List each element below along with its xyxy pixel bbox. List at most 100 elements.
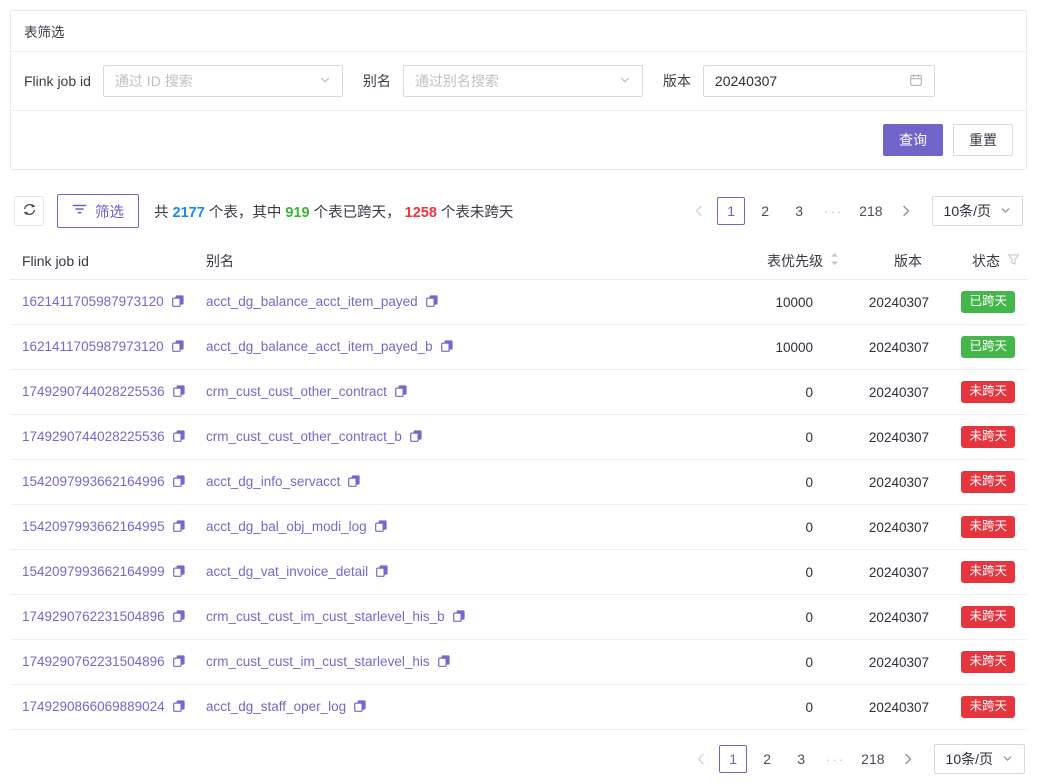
alias-link[interactable]: acct_dg_balance_acct_item_payed xyxy=(206,294,418,309)
pager-page-3[interactable]: 3 xyxy=(787,745,815,773)
job-id-link[interactable]: 1542097993662164999 xyxy=(22,564,165,579)
version-label: 版本 xyxy=(663,71,691,91)
pager-prev-button[interactable] xyxy=(689,745,713,773)
alias-link[interactable]: acct_dg_balance_acct_item_payed_b xyxy=(206,339,433,354)
priority-value: 0 xyxy=(717,565,839,580)
priority-value: 0 xyxy=(717,610,839,625)
job-id-link[interactable]: 1749290866069889024 xyxy=(22,699,165,714)
job-id-link[interactable]: 1749290762231504896 xyxy=(22,654,165,669)
version-value: 20240307 xyxy=(839,430,931,445)
job-id-link[interactable]: 1749290744028225536 xyxy=(22,384,165,399)
version-date-picker[interactable] xyxy=(703,65,935,97)
copy-icon[interactable] xyxy=(172,429,186,446)
pager-page-3[interactable]: 3 xyxy=(785,197,813,225)
pager-ellipsis: ··· xyxy=(819,197,848,225)
alias-placeholder: 通过别名搜索 xyxy=(415,71,499,91)
flink-job-id-select[interactable]: 通过 ID 搜索 xyxy=(103,65,343,97)
alias-link[interactable]: acct_dg_staff_oper_log xyxy=(206,699,346,714)
job-id-link[interactable]: 1621411705987973120 xyxy=(22,294,164,309)
pager-page-218[interactable]: 218 xyxy=(854,197,887,225)
copy-icon[interactable] xyxy=(172,654,186,671)
filter-button-label: 筛选 xyxy=(95,201,124,222)
pager-prev-button[interactable] xyxy=(687,197,711,225)
alias-label: 别名 xyxy=(363,71,391,91)
page-size-select[interactable]: 10条/页 xyxy=(932,196,1023,226)
copy-icon[interactable] xyxy=(437,654,451,671)
job-id-link[interactable]: 1749290744028225536 xyxy=(22,429,165,444)
pager-next-button[interactable] xyxy=(894,197,918,225)
pager-page-2[interactable]: 2 xyxy=(753,745,781,773)
alias-select[interactable]: 通过别名搜索 xyxy=(403,65,643,97)
alias-link[interactable]: crm_cust_cust_im_cust_starlevel_his xyxy=(206,654,430,669)
crossed-count: 919 xyxy=(285,205,309,221)
status-badge: 未跨天 xyxy=(961,696,1015,718)
chevron-down-icon xyxy=(1002,751,1013,767)
table-body: 1621411705987973120 acct_dg_balance_acct… xyxy=(10,280,1027,730)
copy-icon[interactable] xyxy=(172,564,186,581)
job-id-link[interactable]: 1542097993662164995 xyxy=(22,519,165,534)
alias-link[interactable]: crm_cust_cust_im_cust_starlevel_his_b xyxy=(206,609,445,624)
page-size-select[interactable]: 10条/页 xyxy=(934,744,1025,774)
copy-icon[interactable] xyxy=(172,384,186,401)
copy-icon[interactable] xyxy=(171,294,185,311)
version-value: 20240307 xyxy=(839,700,931,715)
col-header-alias[interactable]: 别名 xyxy=(206,251,717,271)
flink-job-id-placeholder: 通过 ID 搜索 xyxy=(115,71,193,91)
page: 表筛选 Flink job id 通过 ID 搜索 别名 通过别名搜索 版本 xyxy=(0,0,1037,784)
copy-icon[interactable] xyxy=(172,519,186,536)
alias-link[interactable]: acct_dg_info_servacct xyxy=(206,474,340,489)
copy-icon[interactable] xyxy=(425,294,439,311)
pager-slot: 123···218 10条/页 xyxy=(687,196,1023,226)
version-value: 20240307 xyxy=(839,340,931,355)
priority-value: 0 xyxy=(717,430,839,445)
table-row: 1749290744028225536 crm_cust_cust_other_… xyxy=(10,370,1027,415)
query-button[interactable]: 查询 xyxy=(883,124,943,156)
refresh-icon xyxy=(22,202,37,220)
copy-icon[interactable] xyxy=(347,474,361,491)
status-badge: 未跨天 xyxy=(961,426,1015,448)
page-size-value: 10条/页 xyxy=(946,749,993,769)
alias-link[interactable]: crm_cust_cust_other_contract_b xyxy=(206,429,402,444)
filter-button[interactable]: 筛选 xyxy=(57,194,139,228)
col-header-priority[interactable]: 表优先级 xyxy=(717,251,839,271)
copy-icon[interactable] xyxy=(374,519,388,536)
pagination: 123···218 10条/页 xyxy=(687,196,1023,226)
version-value: 20240307 xyxy=(839,475,931,490)
pager-page-1[interactable]: 1 xyxy=(717,197,745,225)
copy-icon[interactable] xyxy=(375,564,389,581)
copy-icon[interactable] xyxy=(409,429,423,446)
copy-icon[interactable] xyxy=(172,609,186,626)
job-id-link[interactable]: 1749290762231504896 xyxy=(22,609,165,624)
job-id-link[interactable]: 1542097993662164996 xyxy=(22,474,165,489)
version-value: 20240307 xyxy=(839,295,931,310)
status-badge: 未跨天 xyxy=(961,516,1015,538)
sorter-icon[interactable] xyxy=(830,252,839,269)
copy-icon[interactable] xyxy=(353,699,367,716)
priority-value: 0 xyxy=(717,655,839,670)
copy-icon[interactable] xyxy=(171,339,185,356)
copy-icon[interactable] xyxy=(172,699,186,716)
pager-page-1[interactable]: 1 xyxy=(719,745,747,773)
filter-actions: 查询 重置 xyxy=(11,111,1026,169)
col-header-flink-job-id[interactable]: Flink job id xyxy=(10,253,206,269)
reset-button[interactable]: 重置 xyxy=(953,124,1013,156)
version-value: 20240307 xyxy=(839,385,931,400)
alias-link[interactable]: acct_dg_vat_invoice_detail xyxy=(206,564,368,579)
table-row: 1749290866069889024 acct_dg_staff_oper_l… xyxy=(10,685,1027,730)
refresh-button[interactable] xyxy=(14,196,44,226)
table-row: 1749290744028225536 crm_cust_cust_other_… xyxy=(10,415,1027,460)
copy-icon[interactable] xyxy=(452,609,466,626)
pager-page-2[interactable]: 2 xyxy=(751,197,779,225)
job-id-link[interactable]: 1621411705987973120 xyxy=(22,339,164,354)
copy-icon[interactable] xyxy=(440,339,454,356)
copy-icon[interactable] xyxy=(394,384,408,401)
pager-next-button[interactable] xyxy=(896,745,920,773)
pager-page-218[interactable]: 218 xyxy=(856,745,889,773)
filter-funnel-icon[interactable] xyxy=(1007,253,1020,269)
col-header-version[interactable]: 版本 xyxy=(839,251,931,271)
version-date-input[interactable] xyxy=(715,73,885,89)
alias-link[interactable]: acct_dg_bal_obj_modi_log xyxy=(206,519,367,534)
col-header-status[interactable]: 状态 xyxy=(931,251,1027,271)
copy-icon[interactable] xyxy=(172,474,186,491)
alias-link[interactable]: crm_cust_cust_other_contract xyxy=(206,384,387,399)
